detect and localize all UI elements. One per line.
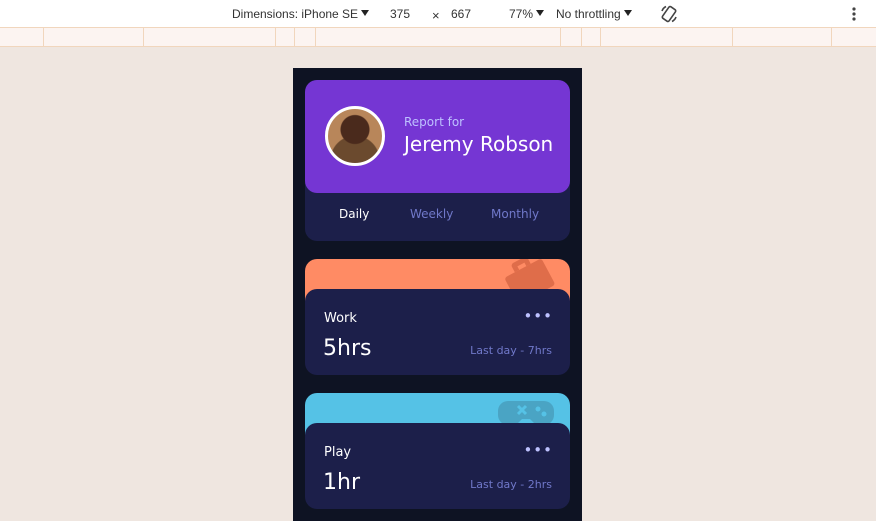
tab-weekly[interactable]: Weekly (410, 207, 453, 221)
ruler-segment[interactable] (581, 28, 582, 47)
ruler-segment[interactable] (560, 28, 561, 47)
throttling-label: No throttling (556, 7, 621, 21)
device-viewport: Report for Jeremy Robson Daily Weekly Mo… (293, 68, 582, 521)
previous-hours: Last day - 7hrs (470, 344, 552, 357)
card-title: Work (324, 311, 357, 326)
ruler-segment[interactable] (294, 28, 295, 47)
device-toolbar: Dimensions: iPhone SE 375 × 667 77% No t… (0, 0, 876, 28)
activity-card-play: Play ••• 1hr Last day - 2hrs (305, 393, 570, 511)
card-title: Play (324, 445, 352, 460)
card-body: Play ••• 1hr Last day - 2hrs (305, 423, 570, 509)
zoom-label: 77% (509, 7, 534, 21)
ruler-segment[interactable] (315, 28, 316, 47)
ruler-segment[interactable] (275, 28, 276, 47)
kebab-menu-icon[interactable] (850, 6, 858, 25)
ruler-segment[interactable] (831, 28, 832, 47)
viewport-height-input[interactable]: 667 (451, 7, 471, 21)
report-for-label: Report for (404, 115, 465, 129)
chevron-down-icon (361, 10, 370, 16)
more-options-icon[interactable]: ••• (523, 309, 553, 324)
zoom-dropdown[interactable]: 77% (509, 7, 545, 21)
previous-hours: Last day - 2hrs (470, 478, 552, 491)
timeframe-tabs: Daily Weekly Monthly (305, 193, 570, 241)
times-separator: × (432, 8, 440, 23)
media-query-ruler (0, 28, 876, 47)
ruler-segment[interactable] (143, 28, 144, 47)
current-hours: 5hrs (323, 336, 372, 361)
activity-card-work: Work ••• 5hrs Last day - 7hrs (305, 259, 570, 377)
rotate-icon[interactable] (659, 4, 679, 27)
ruler-segment[interactable] (732, 28, 733, 47)
tab-daily[interactable]: Daily (339, 207, 369, 221)
viewport-width-input[interactable]: 375 (390, 7, 410, 21)
profile-card: Report for Jeremy Robson Daily Weekly Mo… (305, 80, 570, 241)
profile-header: Report for Jeremy Robson (305, 80, 570, 193)
tab-monthly[interactable]: Monthly (491, 207, 539, 221)
current-hours: 1hr (323, 470, 360, 495)
chevron-down-icon (536, 10, 545, 16)
card-body: Work ••• 5hrs Last day - 7hrs (305, 289, 570, 375)
throttling-dropdown[interactable]: No throttling (556, 7, 632, 21)
user-name: Jeremy Robson (404, 132, 554, 156)
more-options-icon[interactable]: ••• (523, 443, 553, 458)
ruler-segment[interactable] (600, 28, 601, 47)
avatar (325, 106, 385, 166)
chevron-down-icon (623, 10, 632, 16)
ruler-segment[interactable] (43, 28, 44, 47)
device-dimensions-dropdown[interactable]: Dimensions: iPhone SE (232, 7, 370, 21)
device-dimensions-label: Dimensions: iPhone SE (232, 7, 359, 21)
